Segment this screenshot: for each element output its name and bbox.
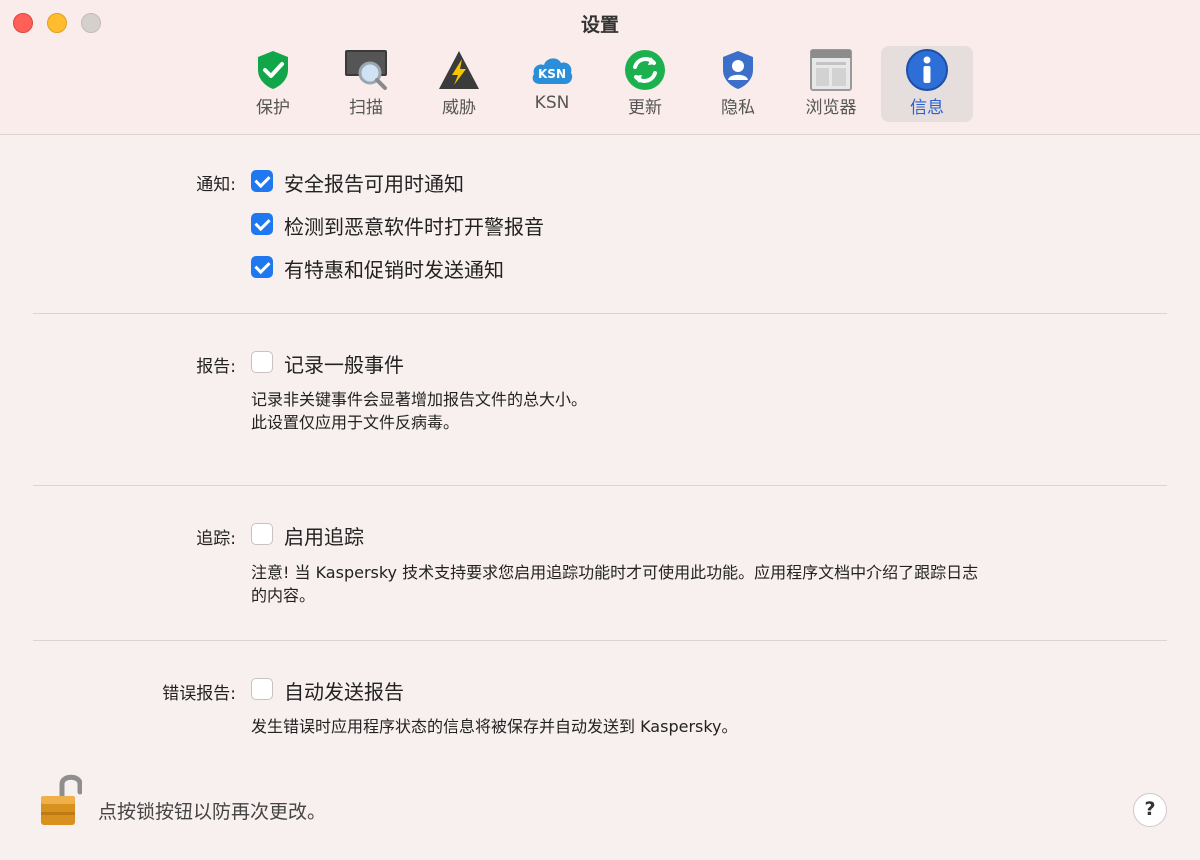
tab-browser[interactable]: 浏览器 <box>785 46 877 122</box>
auto-send-reports-checkbox[interactable] <box>251 678 273 700</box>
error-reports-label: 错误报告: <box>162 684 236 704</box>
info-icon <box>906 49 948 91</box>
update-refresh-icon <box>625 50 665 90</box>
threat-warning-icon <box>439 51 479 89</box>
tab-threats[interactable]: 威胁 <box>413 46 505 122</box>
tracing-note-line1: 注意! 当 Kaspersky 技术支持要求您启用追踪功能时才可使用此功能。应用… <box>251 563 979 582</box>
privacy-shield-user-icon <box>723 51 753 89</box>
tab-update[interactable]: 更新 <box>599 46 691 122</box>
lock-hint-text: 点按锁按钮以防再次更改。 <box>98 801 327 823</box>
unlocked-padlock-icon[interactable] <box>38 772 82 828</box>
tab-label: 更新 <box>628 98 662 118</box>
log-general-events-text: 记录一般事件 <box>284 353 404 377</box>
tab-info[interactable]: 信息 <box>881 46 973 122</box>
tracing-note-line2: 的内容。 <box>251 586 316 605</box>
tab-label: 浏览器 <box>805 98 857 118</box>
notify-security-report-checkbox[interactable] <box>251 170 273 192</box>
browser-window-icon <box>810 49 852 91</box>
enable-tracing-text: 启用追踪 <box>284 525 364 549</box>
svg-text:KSN: KSN <box>538 67 566 81</box>
reports-label: 报告: <box>196 357 236 377</box>
tab-ksn[interactable]: KSN KSN <box>506 46 598 122</box>
tab-label: 威胁 <box>442 98 476 118</box>
tab-label: 保护 <box>256 98 290 118</box>
scan-magnifier-icon <box>345 50 387 90</box>
divider <box>33 485 1167 486</box>
tab-label: 隐私 <box>721 98 755 118</box>
promo-notify-text: 有特惠和促销时发送通知 <box>284 258 504 282</box>
tab-label: 信息 <box>910 98 944 118</box>
titlebar: 设置 保护 扫描 威胁 KSN KSN 更新 隐私 浏览器 信息 <box>0 0 1200 135</box>
tracing-label: 追踪: <box>196 529 236 549</box>
malware-alert-sound-text: 检测到恶意软件时打开警报音 <box>284 215 544 239</box>
reports-note-line2: 此设置仅应用于文件反病毒。 <box>251 413 460 432</box>
shield-check-icon <box>258 51 288 89</box>
divider <box>33 313 1167 314</box>
settings-window: 设置 保护 扫描 威胁 KSN KSN 更新 隐私 浏览器 信息 通知: 安全报… <box>0 0 1200 860</box>
reports-note-line1: 记录非关键事件会显著增加报告文件的总大小。 <box>251 390 588 409</box>
tab-protection[interactable]: 保护 <box>227 46 319 122</box>
notify-security-report-text: 安全报告可用时通知 <box>284 172 464 196</box>
divider <box>33 640 1167 641</box>
tab-label: 扫描 <box>349 98 383 118</box>
ksn-cloud-icon: KSN <box>532 58 573 84</box>
promo-notify-checkbox[interactable] <box>251 256 273 278</box>
log-general-events-checkbox[interactable] <box>251 351 273 373</box>
error-reports-note: 发生错误时应用程序状态的信息将被保存并自动发送到 Kaspersky。 <box>251 717 738 736</box>
tab-label: KSN <box>534 93 570 113</box>
notifications-label: 通知: <box>196 175 236 195</box>
tab-privacy[interactable]: 隐私 <box>692 46 784 122</box>
help-button[interactable]: ? <box>1133 793 1167 827</box>
auto-send-reports-text: 自动发送报告 <box>284 680 404 704</box>
tab-scan[interactable]: 扫描 <box>320 46 412 122</box>
window-title: 设置 <box>580 14 619 36</box>
malware-alert-sound-checkbox[interactable] <box>251 213 273 235</box>
enable-tracing-checkbox[interactable] <box>251 523 273 545</box>
